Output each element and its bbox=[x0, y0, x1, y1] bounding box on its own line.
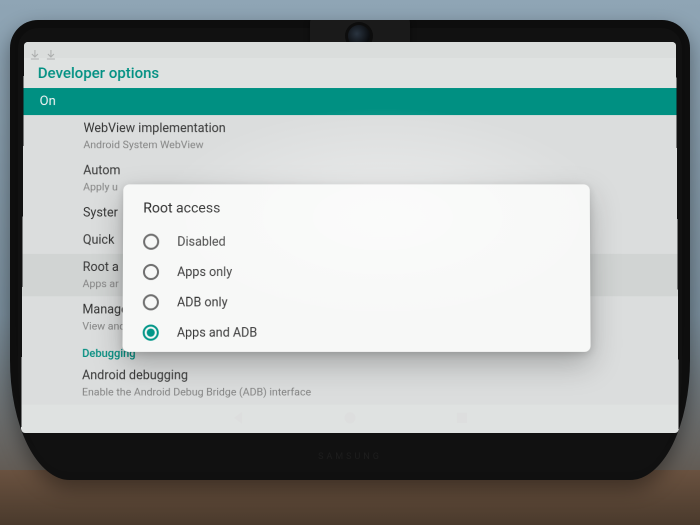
radio-option-apps-and-adb[interactable]: Apps and ADB bbox=[122, 317, 590, 347]
radio-icon bbox=[143, 264, 159, 280]
radio-icon bbox=[143, 325, 159, 341]
android-screen: Developer options On WebView implementat… bbox=[21, 42, 679, 433]
radio-label: ADB only bbox=[177, 295, 228, 310]
nav-bar bbox=[21, 403, 679, 433]
radio-label: Apps only bbox=[177, 264, 232, 279]
nav-back-button[interactable] bbox=[230, 410, 246, 426]
dialog-title: Root access bbox=[123, 196, 590, 226]
radio-option-disabled[interactable]: Disabled bbox=[123, 227, 590, 257]
nav-home-button[interactable] bbox=[342, 410, 358, 426]
nav-recents-button[interactable] bbox=[454, 410, 470, 426]
radio-label: Disabled bbox=[177, 234, 225, 249]
monitor-brand: SAMSUNG bbox=[10, 452, 690, 462]
radio-icon bbox=[143, 294, 159, 310]
root-access-dialog: Root access Disabled Apps only ADB only … bbox=[122, 184, 590, 352]
radio-icon bbox=[143, 234, 159, 250]
monitor-frame: Developer options On WebView implementat… bbox=[10, 20, 690, 480]
radio-option-apps-only[interactable]: Apps only bbox=[123, 257, 590, 287]
radio-option-adb-only[interactable]: ADB only bbox=[123, 287, 591, 317]
radio-label: Apps and ADB bbox=[177, 325, 257, 340]
